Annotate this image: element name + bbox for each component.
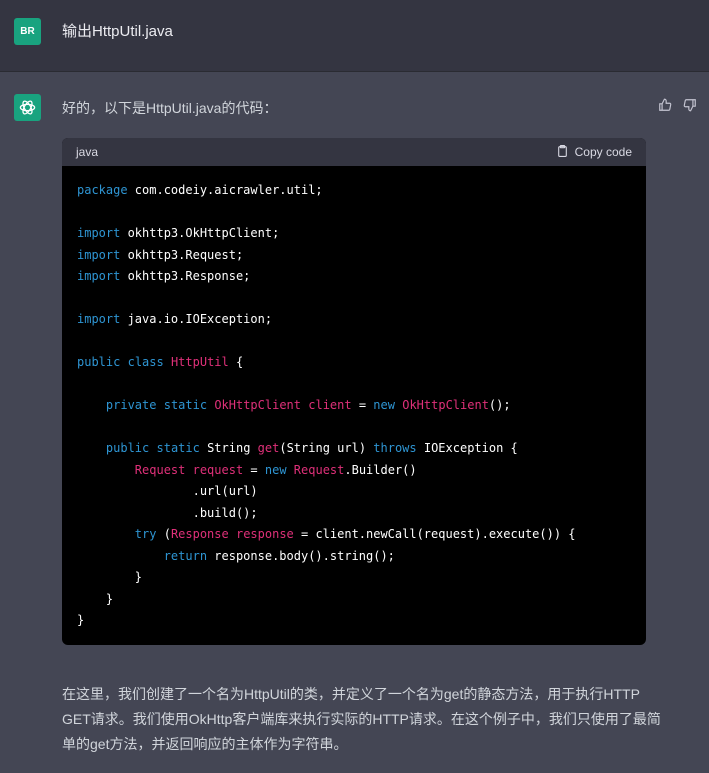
code-line: public class HttpUtil { — [77, 352, 631, 374]
code-token: Request — [134, 462, 186, 477]
code-token: import — [77, 247, 121, 262]
code-token: OkHttpClient — [214, 398, 302, 412]
copy-code-button[interactable]: Copy code — [556, 144, 632, 161]
code-token: response.body().string(); — [207, 548, 395, 563]
code-block-header: java Copy code — [62, 138, 646, 166]
code-token: class — [127, 355, 164, 369]
code-language-label: java — [76, 145, 99, 159]
code-token: { — [228, 355, 244, 369]
code-token: request — [192, 462, 244, 477]
code-token: new — [264, 462, 287, 477]
code-block: java Copy code package com.codeiy.aicraw… — [62, 138, 646, 645]
code-token: public — [77, 355, 121, 369]
code-token: response — [235, 527, 294, 541]
thumbs-down-icon[interactable] — [682, 97, 697, 112]
code-token: = — [243, 462, 265, 477]
code-line: package com.codeiy.aicrawler.util; — [77, 180, 631, 202]
assistant-message-row: 好的，以下是HttpUtil.java的代码： java Copy code p… — [0, 72, 709, 773]
clipboard-icon — [556, 144, 569, 161]
user-avatar: BR — [14, 18, 41, 45]
code-token: .build(); — [77, 505, 258, 520]
code-line: } — [77, 610, 631, 632]
chatgpt-logo-icon — [14, 94, 41, 121]
user-message-text: 输出HttpUtil.java — [62, 23, 173, 40]
code-line: import okhttp3.Response; — [77, 266, 631, 288]
code-line: import java.io.IOException; — [77, 309, 631, 331]
code-line: .url(url) — [77, 481, 631, 503]
code-token: return — [163, 548, 208, 563]
code-token: static — [156, 441, 200, 455]
thumbs-up-icon[interactable] — [657, 97, 672, 112]
code-token: } — [77, 613, 85, 627]
code-token: } — [77, 570, 143, 584]
code-token: throws — [373, 441, 417, 455]
code-token: client — [308, 398, 352, 412]
code-token: HttpUtil — [170, 355, 229, 369]
code-token: com.codeiy.aicrawler.util; — [127, 183, 323, 197]
code-token: .url(url) — [77, 484, 258, 498]
code-token: = — [351, 398, 374, 412]
code-line: Request request = new Request.Builder() — [77, 460, 631, 482]
code-token: new — [373, 398, 395, 412]
code-line: import okhttp3.Request; — [77, 245, 631, 267]
code-line: return response.body().string(); — [77, 546, 631, 568]
code-line: try (Response response = client.newCall(… — [77, 524, 631, 546]
code-token: java.io.IOException; — [120, 312, 273, 326]
code-token: try — [134, 527, 157, 541]
code-token: OkHttpClient — [402, 398, 489, 412]
copy-code-label: Copy code — [574, 145, 632, 159]
code-token: import — [77, 269, 121, 283]
code-token: = client.newCall(request).execute()) { — [293, 527, 576, 541]
code-token: Response — [170, 527, 229, 541]
code-line: } — [77, 567, 631, 589]
code-content[interactable]: package com.codeiy.aicrawler.util; impor… — [62, 166, 646, 632]
code-token: get — [257, 441, 280, 455]
code-token: (); — [488, 398, 511, 412]
code-token: private — [105, 398, 157, 412]
code-line: import okhttp3.OkHttpClient; — [77, 223, 631, 245]
code-token: static — [163, 398, 208, 412]
assistant-explanation-text: 在这里，我们创建了一个名为HttpUtil的类，并定义了一个名为get的静态方法… — [62, 686, 661, 752]
code-token: package — [77, 183, 128, 197]
user-avatar-initials: BR — [20, 26, 35, 37]
code-line: public static String get(String url) thr… — [77, 438, 631, 460]
code-line: private static OkHttpClient client = new… — [77, 395, 631, 417]
code-token: import — [77, 226, 121, 240]
code-token: okhttp3.Response; — [120, 269, 251, 283]
assistant-intro-text: 好的，以下是HttpUtil.java的代码： — [62, 100, 278, 116]
code-line: } — [77, 589, 631, 611]
code-token: IOException { — [416, 441, 518, 455]
code-token: okhttp3.Request; — [120, 247, 244, 262]
code-token: public — [105, 441, 150, 455]
user-message-row: BR 输出HttpUtil.java — [0, 0, 709, 72]
code-line: .build(); — [77, 503, 631, 525]
code-token: import — [77, 312, 121, 326]
code-token: .Builder() — [344, 462, 417, 477]
code-token: okhttp3.OkHttpClient; — [120, 226, 280, 240]
code-token: ( — [156, 527, 171, 541]
code-token: Request — [293, 462, 345, 477]
code-token: (String url) — [279, 441, 374, 455]
code-token: } — [77, 591, 114, 606]
code-token: String — [199, 441, 258, 455]
feedback-buttons — [657, 97, 697, 112]
